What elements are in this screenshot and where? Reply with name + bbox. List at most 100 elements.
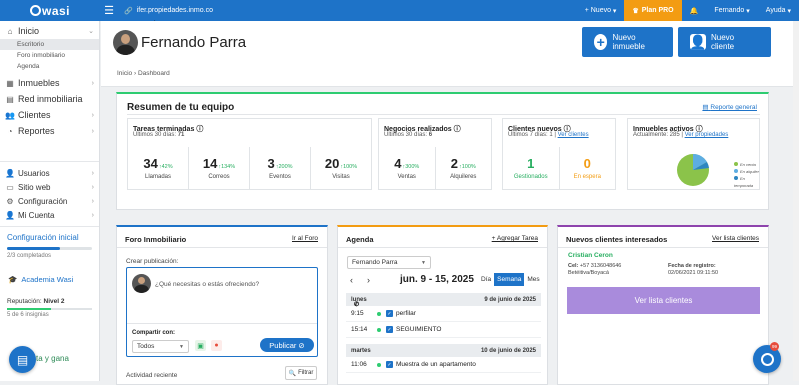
reputation-badges-text: 5 de 6 insignias [7,312,49,318]
chevron-down-icon: ⌄ [88,28,94,35]
new-client-button[interactable]: 👤 Nuevo cliente [678,27,771,57]
chat-float-button[interactable]: ▤ [9,346,36,373]
stat-eventos: 3 ↑200% Eventos [250,147,311,189]
sidebar-divider [0,161,99,162]
chevron-right-icon: › [91,211,94,219]
ver-clientes-link[interactable]: Ver clientes [558,132,589,138]
sidebar-item-inicio[interactable]: ⌂ Inicio ⌄ [0,23,99,39]
agenda-event[interactable]: 15:14 ✓ ✆ SEGUIMIENTO [346,302,541,338]
link-icon: 🔗 [124,7,133,15]
inmuebles-card: Inmuebles activos ⓘ Actualmente: 285 | V… [627,118,760,190]
crown-icon: ♛ [632,7,639,15]
view-switcher: Día Semana Mes [478,273,543,286]
ver-propiedades-link[interactable]: Ver propiedades [685,132,729,138]
avatar [132,274,151,293]
user-menu[interactable]: Fernando ▾ [706,0,757,21]
wasi-logo[interactable]: wasi [0,4,100,18]
sidebar-item-red[interactable]: ▤ Red inmobiliaria [0,91,99,107]
sidebar-sub-agenda[interactable]: Agenda [0,61,99,72]
account-icon: 👤 [5,210,15,220]
view-dia-button[interactable]: Día [478,273,494,286]
user-icon: 👤 [5,168,15,178]
menu-hamburger-icon[interactable]: ☰ [100,4,118,17]
plus-icon: + [594,34,608,50]
prev-week-icon[interactable]: ‹ [350,275,353,285]
chevron-right-icon: › [91,127,94,135]
stat-ventas: 4 ↑300% Ventas [379,147,436,189]
chevron-right-icon: › [91,111,94,119]
publication-box[interactable]: ¿Qué necesitas o estás ofreciendo? Compa… [126,267,318,357]
client-name[interactable]: Cristian Ceron [568,252,613,259]
next-week-icon[interactable]: › [367,275,370,285]
attach-image-icon[interactable]: ▣ [195,340,206,351]
clientes-card: Clientes nuevos ⓘ Últimos 7 días: 1 | Ve… [502,118,616,190]
ver-lista-clientes-link[interactable]: Ver lista clientes [712,235,759,242]
home-icon: ⌂ [7,26,13,36]
plan-badge[interactable]: ♛ Plan PRO [624,0,682,21]
negocios-card: Negocios realizados ⓘ Últimos 30 días: 6… [378,118,492,190]
new-property-button[interactable]: + Nuevo inmueble [582,27,673,57]
ver-lista-clientes-button[interactable]: Ver lista clientes [567,287,760,314]
attach-video-icon[interactable]: ● [211,340,222,351]
notification-badge: 99 [770,342,779,351]
stat-alquileres: 2 ↑100% Alquileres [450,156,477,180]
agenda-panel: Agenda + Agregar Tarea Fernando Parra ▼ ‹… [337,225,548,385]
chevron-right-icon: › [91,183,94,191]
publicar-button[interactable]: Publicar ⊘ [260,338,314,352]
view-mes-button[interactable]: Mes [524,273,542,286]
agenda-list: lunes 9 de junio de 2025 9:15 ✓ ✆ perfilar 1… [346,293,541,373]
view-semana-button[interactable]: Semana [494,273,525,286]
academia-link[interactable]: 🎓 Academia Wasi [0,275,99,284]
agenda-event[interactable]: 9:15 ✓ ✆ perfilar [346,302,541,322]
avatar [113,30,138,55]
config-inicial-title[interactable]: Configuración inicial [0,233,99,242]
filtrar-button[interactable]: 🔍 Filtrar [285,366,317,380]
sidebar-item-clientes[interactable]: 👥 Clientes › [0,107,99,123]
chevron-right-icon: › [91,197,94,205]
graduation-cap-icon: 🎓 [8,275,18,284]
bell-icon[interactable]: 🔔 [682,0,707,21]
compartir-select[interactable]: Todos ▼ [132,340,189,353]
add-user-icon: 👤 [689,33,707,50]
monitor-icon: ▭ [6,182,14,192]
scrollbar[interactable] [793,21,799,381]
sidebar-item-usuarios[interactable]: 👤 Usuarios › [0,166,99,180]
config-progress-bar [7,247,92,250]
agent-select[interactable]: Fernando Parra ▼ [347,256,431,269]
lifebuoy-icon [760,352,774,366]
phone-icon: ✆ [354,302,360,308]
stat-correos: 14 ↑134% Correos [189,147,250,189]
sidebar-item-cuenta[interactable]: 👤 Mi Cuenta › [0,208,99,222]
top-bar: wasi ☰ 🔗 ifer.propiedades.inmo.co + Nuevo… [0,0,799,21]
chevron-right-icon: › [91,79,94,87]
stat-llamadas: 34 ↑42% Llamadas [128,147,189,189]
reporte-general-link[interactable]: ▤ Reporte general [702,103,757,111]
tareas-card: Tareas terminadas ⓘ Últimos 30 días: 71 … [127,118,372,190]
chevron-down-icon: ▼ [421,259,426,266]
sidebar-sub-foro[interactable]: Foro inmobiliario [0,50,99,61]
sidebar: ⌂ Inicio ⌄ Escritorio Foro inmobiliario Ag… [0,21,100,381]
gana-link[interactable]: ta y gana [36,354,69,363]
sidebar-item-inmuebles[interactable]: ▦ Inmuebles › [0,75,99,91]
site-url-link[interactable]: 🔗 ifer.propiedades.inmo.co [124,7,213,15]
sidebar-item-sitio[interactable]: ▭ Sitio web › [0,180,99,194]
new-dropdown[interactable]: + Nuevo ▾ [577,0,625,21]
chevron-down-icon: ▼ [179,343,184,350]
sidebar-sub-escritorio[interactable]: Escritorio [0,39,99,50]
sidebar-item-config[interactable]: ⚙ Configuración › [0,194,99,208]
foro-panel: Foro Inmobiliario Ir al Foro Crear publi… [116,225,328,385]
client-contact: Cel: +57 3136048646 Betéitiva/Boyacá [568,263,622,276]
stat-espera: 0 En espera [573,156,601,180]
breadcrumb: Inicio › Dashboard [117,70,170,77]
help-menu[interactable]: Ayuda ▾ [758,0,799,21]
page-header: Fernando Parra + Nuevo inmueble 👤 Nuevo cl… [101,21,799,87]
config-progress-text: 2/3 completados [7,253,52,259]
report-icon: ▤ [702,104,709,111]
inmuebles-pie-chart [677,153,709,186]
agregar-tarea-link[interactable]: + Agregar Tarea [492,235,538,242]
ir-al-foro-link[interactable]: Ir al Foro [292,235,318,242]
publication-input[interactable]: ¿Qué necesitas o estás ofreciendo? [155,281,259,288]
sidebar-item-reportes[interactable]: ◔ Reportes › [0,123,99,139]
agenda-event[interactable]: 11:06 ✓ Muestra de un apartamento [346,357,541,373]
stat-gestionados: 1 Gestionados [503,147,560,189]
